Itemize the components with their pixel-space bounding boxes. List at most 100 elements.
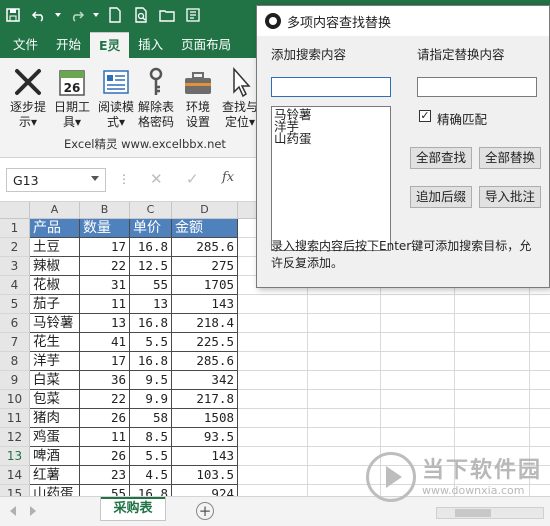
empty-cell[interactable] bbox=[530, 428, 550, 447]
row-header[interactable]: 4 bbox=[0, 276, 30, 295]
next-sheet-icon[interactable] bbox=[30, 506, 36, 516]
empty-cell[interactable] bbox=[455, 295, 530, 314]
step-hint-button[interactable]: 逐步提 示▾ bbox=[6, 64, 50, 130]
empty-cell[interactable] bbox=[455, 428, 530, 447]
table-cell[interactable]: 土豆 bbox=[30, 238, 80, 257]
row-header[interactable]: 15 bbox=[0, 485, 30, 496]
empty-cell[interactable] bbox=[455, 352, 530, 371]
row-header[interactable]: 11 bbox=[0, 409, 30, 428]
replace-all-button[interactable]: 全部替换 bbox=[479, 147, 541, 169]
table-cell[interactable]: 225.5 bbox=[172, 333, 238, 352]
table-cell[interactable]: 11 bbox=[80, 295, 130, 314]
row-header[interactable]: 10 bbox=[0, 390, 30, 409]
table-cell[interactable]: 41 bbox=[80, 333, 130, 352]
table-cell[interactable]: 花椒 bbox=[30, 276, 80, 295]
table-cell[interactable]: 924 bbox=[172, 485, 238, 496]
empty-cell[interactable] bbox=[381, 371, 455, 390]
horizontal-scrollbar[interactable] bbox=[436, 507, 544, 519]
redo-icon[interactable] bbox=[64, 0, 90, 30]
table-cell[interactable]: 22 bbox=[80, 390, 130, 409]
print-preview-icon[interactable] bbox=[128, 0, 154, 30]
row-header[interactable]: 3 bbox=[0, 257, 30, 276]
table-cell[interactable]: 23 bbox=[80, 466, 130, 485]
table-header-cell[interactable]: 数量 bbox=[80, 219, 130, 238]
sort-icon[interactable] bbox=[180, 0, 206, 30]
table-cell[interactable]: 143 bbox=[172, 447, 238, 466]
table-cell[interactable]: 217.8 bbox=[172, 390, 238, 409]
table-cell[interactable]: 9.9 bbox=[130, 390, 172, 409]
table-cell[interactable]: 5.5 bbox=[130, 447, 172, 466]
table-cell[interactable]: 285.6 bbox=[172, 352, 238, 371]
row-header[interactable]: 6 bbox=[0, 314, 30, 333]
table-cell[interactable]: 4.5 bbox=[130, 466, 172, 485]
table-cell[interactable]: 山药蛋 bbox=[30, 485, 80, 496]
table-cell[interactable]: 16.8 bbox=[130, 238, 172, 257]
remove-password-button[interactable]: 解除表 格密码 bbox=[134, 64, 178, 130]
table-cell[interactable]: 猪肉 bbox=[30, 409, 80, 428]
environment-settings-button[interactable]: 环境 设置 bbox=[176, 64, 220, 130]
tab-home[interactable]: 开始 bbox=[47, 32, 90, 58]
table-cell[interactable]: 8.5 bbox=[130, 428, 172, 447]
table-cell[interactable]: 白菜 bbox=[30, 371, 80, 390]
table-cell[interactable]: 花生 bbox=[30, 333, 80, 352]
empty-cell[interactable] bbox=[308, 352, 381, 371]
table-cell[interactable]: 285.6 bbox=[172, 238, 238, 257]
cancel-entry-icon[interactable]: ✕ bbox=[150, 170, 163, 188]
column-header[interactable]: D bbox=[172, 202, 238, 219]
empty-cell[interactable] bbox=[238, 314, 308, 333]
tab-insert[interactable]: 插入 bbox=[129, 32, 172, 58]
sheet-tab[interactable]: 采购表 bbox=[100, 497, 166, 521]
empty-cell[interactable] bbox=[530, 409, 550, 428]
table-cell[interactable]: 11 bbox=[80, 428, 130, 447]
table-cell[interactable]: 包菜 bbox=[30, 390, 80, 409]
table-cell[interactable]: 13 bbox=[130, 295, 172, 314]
empty-cell[interactable] bbox=[530, 390, 550, 409]
row-header[interactable]: 12 bbox=[0, 428, 30, 447]
empty-cell[interactable] bbox=[530, 333, 550, 352]
table-cell[interactable]: 26 bbox=[80, 447, 130, 466]
table-header-cell[interactable]: 产品 bbox=[30, 219, 80, 238]
save-icon[interactable] bbox=[0, 0, 26, 30]
empty-cell[interactable] bbox=[381, 352, 455, 371]
empty-cell[interactable] bbox=[238, 295, 308, 314]
empty-cell[interactable] bbox=[455, 371, 530, 390]
empty-cell[interactable] bbox=[308, 390, 381, 409]
table-cell[interactable]: 26 bbox=[80, 409, 130, 428]
table-cell[interactable]: 洋芋 bbox=[30, 352, 80, 371]
confirm-entry-icon[interactable]: ✓ bbox=[186, 170, 199, 188]
empty-cell[interactable] bbox=[238, 371, 308, 390]
table-header-cell[interactable]: 单价 bbox=[130, 219, 172, 238]
exact-match-checkbox[interactable]: ✓ bbox=[419, 110, 431, 122]
search-list[interactable]: 马铃薯 洋芋 山药蛋 bbox=[271, 106, 391, 251]
chevron-down-icon[interactable] bbox=[91, 176, 99, 181]
table-cell[interactable]: 342 bbox=[172, 371, 238, 390]
row-header[interactable]: 5 bbox=[0, 295, 30, 314]
table-cell[interactable]: 17 bbox=[80, 352, 130, 371]
empty-cell[interactable] bbox=[530, 371, 550, 390]
column-header[interactable]: A bbox=[30, 202, 80, 219]
table-cell[interactable]: 22 bbox=[80, 257, 130, 276]
name-box[interactable]: G13 bbox=[6, 168, 106, 192]
replace-input[interactable] bbox=[417, 77, 537, 97]
reading-mode-button[interactable]: 阅读模 式▾ bbox=[94, 64, 138, 130]
table-cell[interactable]: 143 bbox=[172, 295, 238, 314]
tab-page-layout[interactable]: 页面布局 bbox=[172, 32, 240, 58]
row-header[interactable]: 7 bbox=[0, 333, 30, 352]
row-header[interactable]: 9 bbox=[0, 371, 30, 390]
table-cell[interactable]: 16.8 bbox=[130, 485, 172, 496]
table-cell[interactable]: 103.5 bbox=[172, 466, 238, 485]
undo-dropdown-icon[interactable] bbox=[52, 0, 64, 30]
table-cell[interactable]: 1705 bbox=[172, 276, 238, 295]
row-header[interactable]: 2 bbox=[0, 238, 30, 257]
empty-cell[interactable] bbox=[238, 409, 308, 428]
empty-cell[interactable] bbox=[308, 314, 381, 333]
new-file-icon[interactable] bbox=[102, 0, 128, 30]
table-cell[interactable]: 16.8 bbox=[130, 314, 172, 333]
table-cell[interactable]: 5.5 bbox=[130, 333, 172, 352]
empty-cell[interactable] bbox=[530, 352, 550, 371]
table-cell[interactable]: 辣椒 bbox=[30, 257, 80, 276]
list-item[interactable]: 山药蛋 bbox=[274, 132, 388, 145]
open-folder-icon[interactable] bbox=[154, 0, 180, 30]
table-cell[interactable]: 218.4 bbox=[172, 314, 238, 333]
empty-cell[interactable] bbox=[238, 390, 308, 409]
